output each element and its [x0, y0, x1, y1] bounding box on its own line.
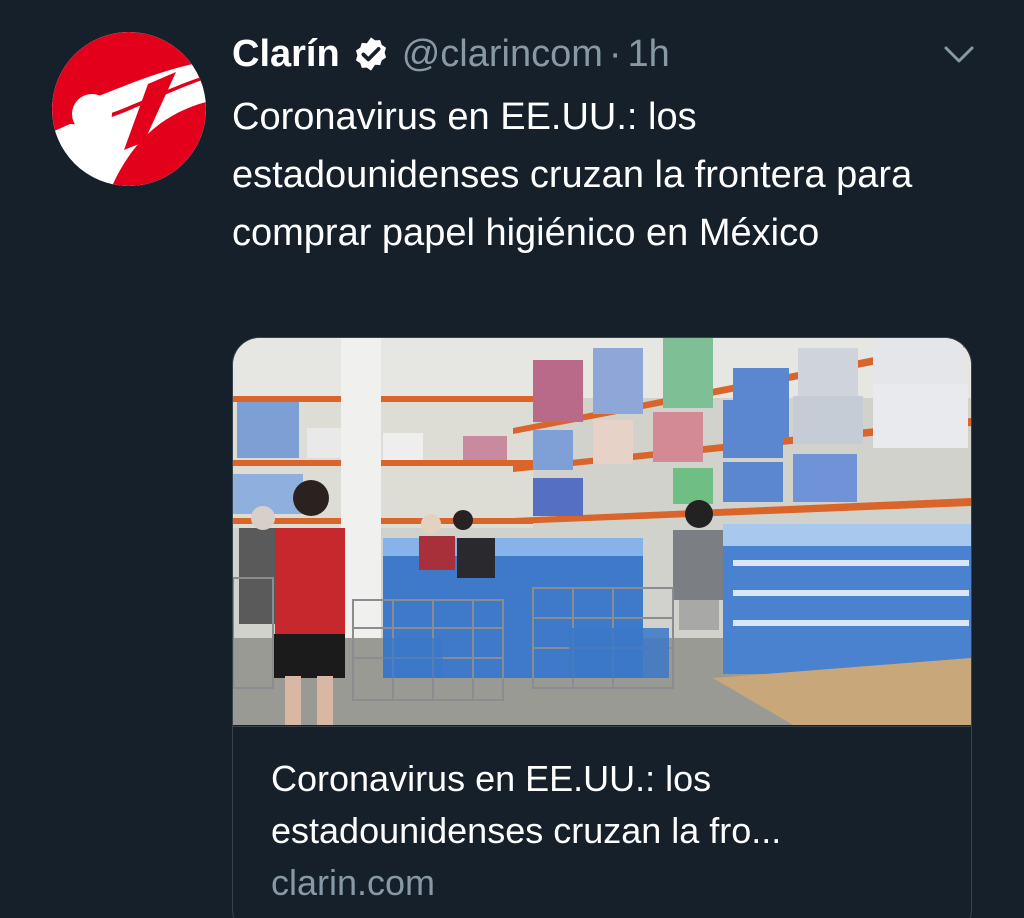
link-card[interactable]: Coronavirus en EE.UU.: los estadounidens… — [232, 337, 972, 918]
timestamp[interactable]: 1h — [628, 33, 670, 76]
separator-dot: · — [608, 32, 622, 75]
tweet[interactable]: Clarín @clarincom · 1h Coronavirus en EE… — [0, 0, 1024, 918]
card-title-line: Coronavirus en EE.UU.: los — [271, 758, 712, 799]
card-image[interactable] — [233, 338, 971, 725]
tweet-header: Clarín @clarincom · 1h — [232, 26, 670, 82]
tweet-text: Coronavirus en EE.UU.: los estadounidens… — [232, 96, 913, 254]
card-domain: clarin.com — [271, 862, 436, 903]
warehouse-photo — [233, 338, 971, 725]
card-body[interactable]: Coronavirus en EE.UU.: los estadounidens… — [233, 726, 971, 909]
card-title-line: estadounidenses cruzan la fro... — [271, 810, 782, 851]
handle[interactable]: @clarincom — [402, 33, 603, 76]
clarin-logo-icon — [52, 32, 206, 186]
chevron-down-icon[interactable] — [938, 38, 980, 70]
card-title: Coronavirus en EE.UU.: los estadounidens… — [271, 753, 933, 857]
verified-badge-icon — [352, 35, 390, 73]
avatar[interactable] — [52, 32, 206, 186]
display-name[interactable]: Clarín — [232, 33, 340, 76]
